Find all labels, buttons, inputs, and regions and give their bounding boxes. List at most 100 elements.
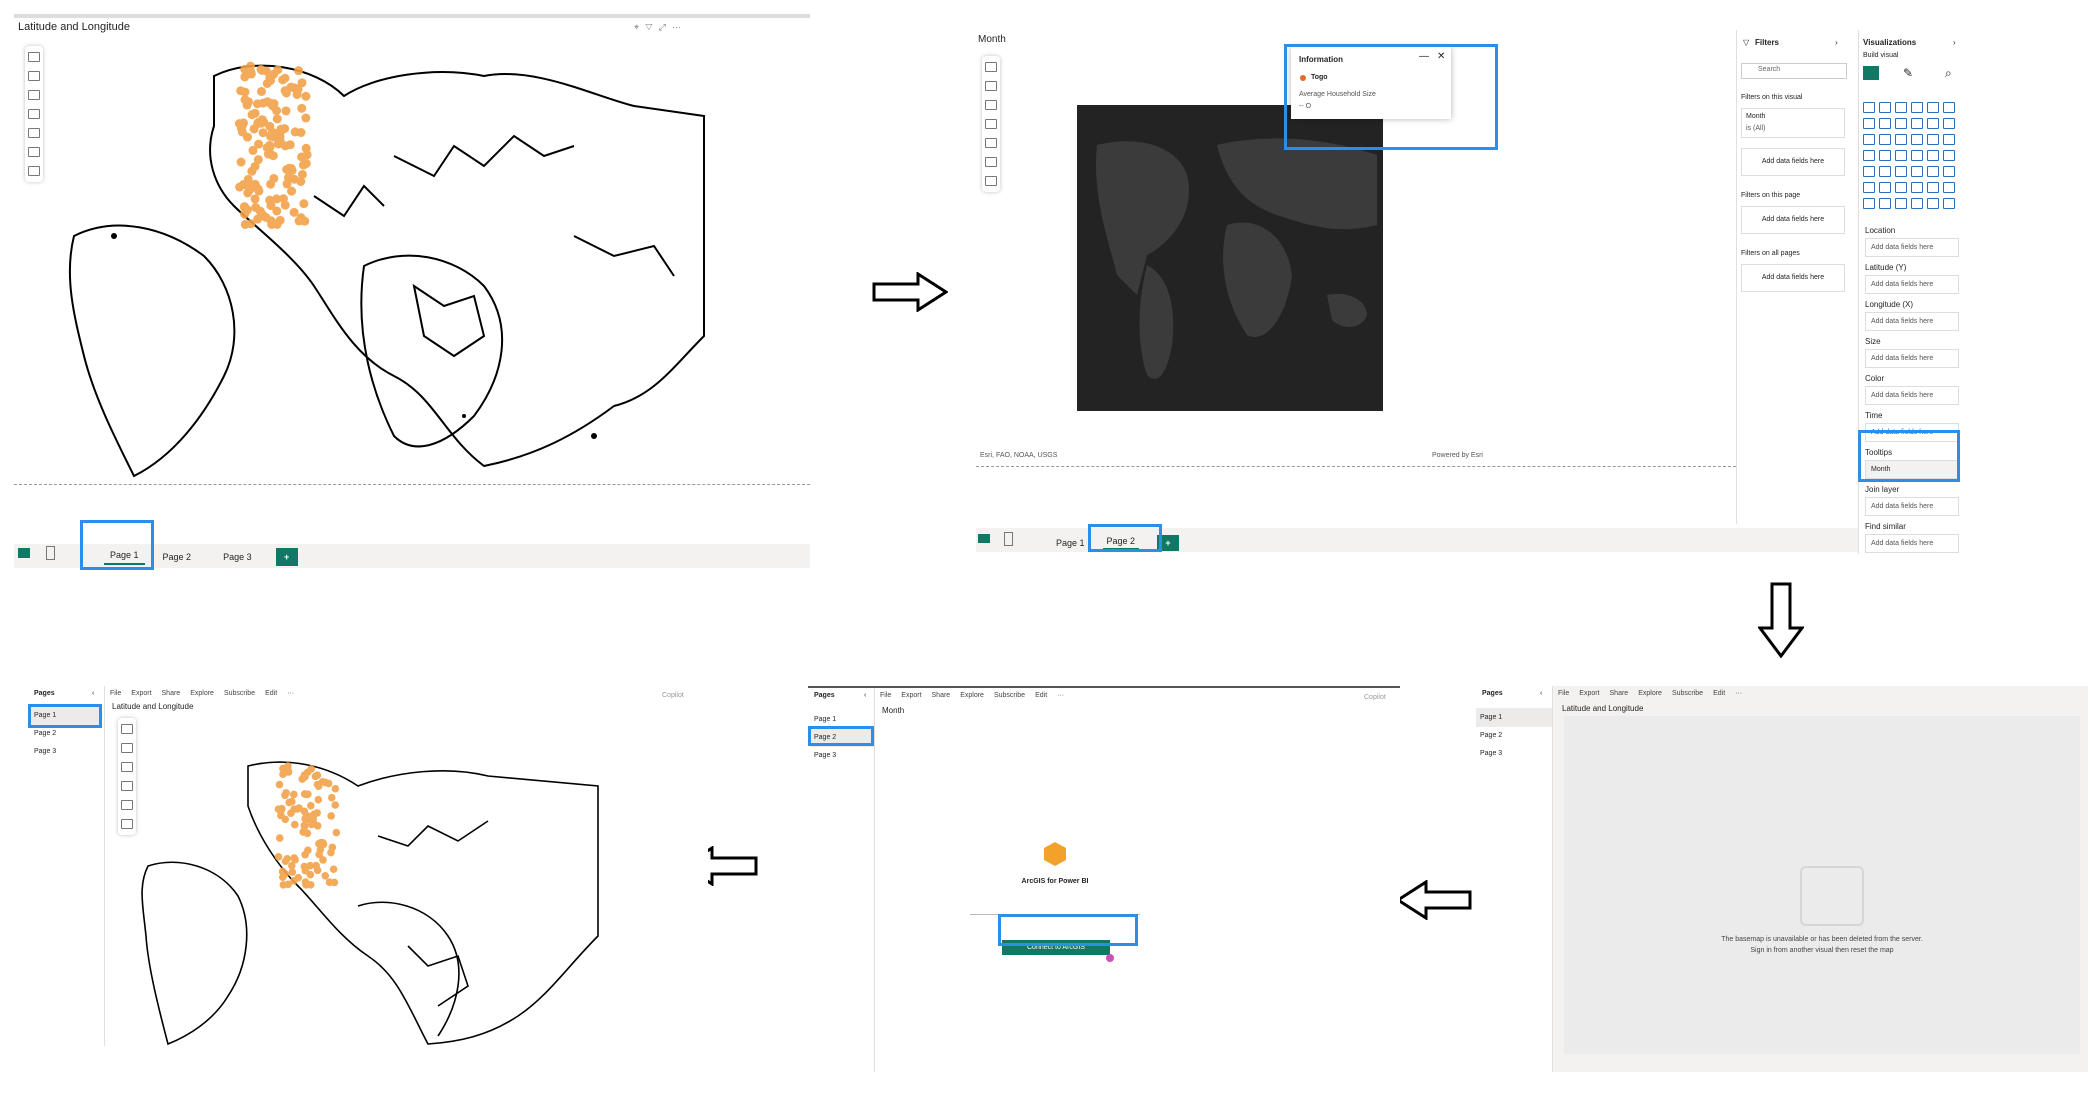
share-button[interactable]: Share — [1610, 690, 1629, 697]
point-marker[interactable] — [311, 772, 320, 781]
edit-button[interactable]: Edit — [1035, 692, 1047, 699]
point-marker[interactable] — [301, 113, 311, 123]
point-marker[interactable] — [290, 790, 298, 799]
nav-page3[interactable]: Page 3 — [1476, 744, 1506, 763]
point-marker[interactable] — [300, 771, 309, 779]
point-marker[interactable] — [248, 145, 258, 155]
visual-type-icon[interactable] — [1943, 198, 1955, 209]
point-marker[interactable] — [306, 870, 315, 879]
point-marker[interactable] — [256, 86, 266, 96]
more-button[interactable]: ··· — [287, 690, 294, 697]
point-marker[interactable] — [275, 215, 285, 225]
tab-page3[interactable]: Page 3 — [223, 552, 252, 562]
point-marker[interactable] — [296, 213, 306, 223]
point-marker[interactable] — [313, 809, 321, 817]
point-marker[interactable] — [261, 66, 271, 76]
visual-type-icon[interactable] — [1927, 198, 1939, 209]
point-marker[interactable] — [316, 845, 325, 854]
analytics-icon[interactable]: ⌕ — [1945, 66, 1952, 81]
point-marker[interactable] — [258, 98, 268, 108]
point-marker[interactable] — [243, 174, 253, 184]
point-marker[interactable] — [278, 75, 288, 85]
point-marker[interactable] — [292, 90, 302, 100]
field-well-drop[interactable]: Add data fields here — [1865, 275, 1959, 294]
export-menu[interactable]: Export — [1579, 690, 1599, 697]
month-filter-card[interactable]: Month is (All) — [1741, 108, 1845, 138]
visual-header-icons[interactable]: ⌖▽⤢⋯ — [634, 22, 687, 33]
visual-type-icon[interactable] — [1895, 166, 1907, 177]
point-marker[interactable] — [258, 128, 268, 138]
visual-type-icon[interactable] — [1895, 118, 1907, 129]
layers-icon[interactable] — [985, 81, 997, 91]
dark-basemap[interactable] — [1077, 105, 1383, 411]
point-marker[interactable] — [285, 798, 293, 807]
visual-type-icon[interactable] — [1943, 166, 1955, 177]
point-marker[interactable] — [279, 770, 287, 779]
copilot-button[interactable]: Copilot — [1364, 694, 1386, 701]
point-marker[interactable] — [243, 188, 253, 198]
point-marker[interactable] — [297, 78, 307, 88]
point-marker[interactable] — [304, 846, 312, 855]
visual-type-icon[interactable] — [1927, 166, 1939, 177]
point-marker[interactable] — [236, 157, 246, 167]
collapse-filters-icon[interactable]: › — [1835, 38, 1838, 47]
visual-type-icon[interactable] — [1863, 134, 1875, 145]
field-well-drop[interactable]: Add data fields here — [1865, 312, 1959, 331]
point-marker[interactable] — [272, 114, 282, 124]
point-marker[interactable] — [290, 127, 300, 137]
point-marker[interactable] — [314, 782, 323, 791]
point-marker[interactable] — [288, 868, 297, 876]
point-marker[interactable] — [284, 163, 294, 173]
point-marker[interactable] — [274, 852, 283, 861]
point-marker[interactable] — [290, 854, 299, 862]
visual-type-icon[interactable] — [1927, 102, 1939, 113]
point-marker[interactable] — [272, 106, 282, 116]
visual-type-icon[interactable] — [1895, 198, 1907, 209]
copilot-button[interactable]: Copilot — [662, 692, 684, 699]
subscribe-button[interactable]: Subscribe — [994, 692, 1025, 699]
visual-type-icon[interactable] — [1895, 150, 1907, 161]
nav-page1[interactable]: Page 1 — [1476, 708, 1552, 727]
visual-type-icon[interactable] — [1863, 118, 1875, 129]
visual-type-icon[interactable] — [1863, 182, 1875, 193]
point-marker[interactable] — [319, 856, 327, 864]
point-marker[interactable] — [284, 762, 292, 770]
collapse-viz-icon[interactable]: › — [1953, 38, 1956, 47]
map-toolbar[interactable] — [982, 56, 1000, 192]
point-marker[interactable] — [302, 790, 311, 799]
point-marker[interactable] — [261, 212, 271, 222]
visual-type-icon[interactable] — [1895, 102, 1907, 113]
point-marker[interactable] — [287, 186, 297, 196]
point-marker[interactable] — [278, 194, 288, 204]
visual-type-icon[interactable] — [1879, 134, 1891, 145]
point-marker[interactable] — [329, 865, 338, 874]
point-marker[interactable] — [269, 173, 279, 183]
point-marker[interactable] — [267, 219, 277, 229]
visual-type-grid[interactable] — [1863, 102, 1959, 209]
point-marker[interactable] — [240, 95, 250, 105]
point-marker[interactable] — [313, 822, 322, 830]
point-marker[interactable] — [312, 861, 320, 870]
point-marker[interactable] — [314, 795, 323, 804]
visual-type-icon[interactable] — [1879, 150, 1891, 161]
point-marker[interactable] — [289, 174, 299, 184]
share-button[interactable]: Share — [932, 692, 951, 699]
filters-search[interactable]: Search — [1741, 63, 1847, 79]
point-marker[interactable] — [321, 778, 330, 787]
point-marker[interactable] — [307, 801, 315, 810]
point-marker[interactable] — [266, 150, 276, 160]
visual-type-icon[interactable] — [1895, 182, 1907, 193]
point-marker[interactable] — [299, 199, 309, 209]
visual-type-icon[interactable] — [1943, 134, 1955, 145]
field-well-drop[interactable]: Add data fields here — [1865, 497, 1959, 516]
point-marker[interactable] — [240, 72, 250, 82]
point-marker[interactable] — [281, 870, 290, 878]
tab-page2[interactable]: Page 2 — [163, 552, 192, 562]
point-marker[interactable] — [327, 848, 335, 857]
nav-page3[interactable]: Page 3 — [30, 742, 60, 761]
subscribe-button[interactable]: Subscribe — [1672, 690, 1703, 697]
point-marker[interactable] — [325, 878, 334, 887]
field-well-drop[interactable]: Add data fields here — [1865, 349, 1959, 368]
point-marker[interactable] — [253, 155, 263, 165]
point-marker[interactable] — [279, 881, 288, 889]
